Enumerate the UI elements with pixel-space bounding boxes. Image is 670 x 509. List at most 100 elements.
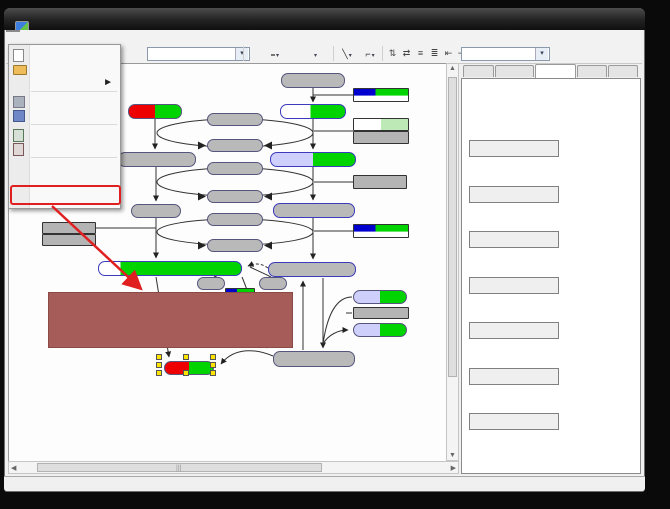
align-left-icon[interactable]: ⇤: [442, 46, 455, 60]
save-as-icon: [13, 110, 25, 122]
chevron-down-icon[interactable]: ▾: [314, 53, 317, 59]
elbow-connector-icon: ⌐: [365, 49, 370, 59]
scroll-right-icon[interactable]: ▶: [451, 464, 456, 472]
xref-db-wikipedia: [469, 413, 559, 430]
line-icon: ╲: [342, 49, 347, 59]
file-menu-item-save[interactable]: [9, 95, 119, 109]
canvas-horizontal-scrollbar[interactable]: ◀ ||| ▶: [8, 461, 459, 474]
tab-backpage[interactable]: [535, 64, 576, 78]
scroll-left-icon[interactable]: ◀: [11, 464, 16, 472]
node-adp[interactable]: [207, 113, 263, 126]
node-pcyt2[interactable]: [353, 175, 407, 189]
node-pcyt1a[interactable]: [42, 234, 96, 246]
stack-vertical-icon[interactable]: ≡: [414, 46, 427, 60]
selection-handle[interactable]: [183, 370, 189, 376]
menu-separator: [31, 91, 117, 92]
file-menu-item-batch-export[interactable]: [9, 189, 119, 203]
export-icon: [13, 143, 24, 156]
node-ppi[interactable]: [207, 190, 263, 203]
new-file-icon: [13, 49, 24, 62]
node-l-serine[interactable]: [353, 290, 407, 304]
selection-handle[interactable]: [156, 362, 162, 368]
align-center-vertical-icon[interactable]: ⇅: [386, 46, 399, 60]
node-phosphatidylethanolamine[interactable]: [268, 262, 356, 277]
chevron-down-icon[interactable]: ▾: [235, 48, 248, 60]
align-center-horizontal-icon[interactable]: ⇄: [400, 46, 413, 60]
node-ptdss2[interactable]: [353, 307, 409, 319]
menu-file[interactable]: [6, 30, 20, 32]
node-ethanolamine-top[interactable]: [280, 104, 346, 119]
node-pcyt1b[interactable]: [42, 222, 96, 234]
import-icon: [13, 129, 24, 142]
title-bar: [4, 8, 645, 30]
save-icon: [13, 96, 25, 108]
toolbar-separator: [333, 46, 334, 61]
xref-db-hmdb: [469, 231, 559, 248]
new-label-button[interactable]: ▾: [296, 46, 334, 62]
node-etnk1[interactable]: [353, 118, 409, 131]
tab-search[interactable]: [577, 65, 607, 77]
file-menu-item-open-recent[interactable]: ►: [9, 76, 119, 90]
node-phosphatidylserine[interactable]: [273, 351, 355, 367]
menu-separator: [31, 157, 117, 158]
stack-horizontal-icon[interactable]: ≣: [428, 46, 441, 60]
toolbar-separator: [382, 46, 383, 61]
zoom-select[interactable]: ▾: [147, 47, 250, 61]
node-phosphocholine[interactable]: [118, 152, 196, 167]
callout: [48, 292, 293, 348]
file-menu-item-exit[interactable]: [9, 175, 119, 189]
canvas-vertical-scrollbar[interactable]: ▲ ▼: [446, 63, 459, 461]
file-menu-item-open[interactable]: [9, 62, 119, 76]
vertical-scroll-thumb[interactable]: [448, 77, 457, 377]
node-ctp[interactable]: [207, 162, 263, 175]
node-etnk2[interactable]: [353, 131, 409, 144]
file-menu-item-print[interactable]: [9, 161, 119, 175]
selection-handle[interactable]: [210, 362, 216, 368]
node-choline-top[interactable]: [128, 104, 182, 119]
xref-db-nugo-wiki: [469, 368, 559, 385]
new-connector-button[interactable]: ⌐▾: [358, 46, 382, 62]
node-cdp-ethanolamine[interactable]: [273, 203, 355, 218]
node-cmp[interactable]: [207, 239, 263, 252]
node-sam[interactable]: [259, 277, 287, 290]
chevron-down-icon[interactable]: ▾: [535, 48, 548, 60]
menu-separator: [31, 124, 117, 125]
tab-objects[interactable]: [463, 65, 494, 77]
node-cept1[interactable]: [353, 224, 409, 238]
status-bar: [4, 476, 645, 491]
node-o-phosphoethanolamine[interactable]: [270, 152, 356, 167]
selection-handle[interactable]: [210, 354, 216, 360]
node-atp[interactable]: [207, 139, 263, 152]
chevron-down-icon[interactable]: ▾: [349, 53, 352, 59]
selection-handle[interactable]: [156, 370, 162, 376]
new-line-button[interactable]: ╲▾: [336, 46, 358, 62]
panel-tabs: [460, 64, 644, 78]
node-choline-selected[interactable]: [164, 361, 214, 375]
selection-handle[interactable]: [210, 370, 216, 376]
file-menu-item-save-as[interactable]: [9, 109, 119, 123]
node-cdp-choline[interactable]: [131, 204, 181, 218]
file-menu-item-import[interactable]: [9, 128, 119, 142]
tab-legend[interactable]: [608, 65, 638, 77]
scroll-up-icon[interactable]: ▲: [447, 65, 458, 72]
scroll-down-icon[interactable]: ▼: [447, 452, 458, 459]
new-datanode-button[interactable]: ▾: [256, 46, 294, 62]
chevron-down-icon[interactable]: ▾: [372, 53, 375, 59]
node-dag-mag[interactable]: [207, 213, 263, 226]
chevron-down-icon[interactable]: ▾: [276, 53, 279, 59]
node-phosphatidylcholines[interactable]: [98, 261, 242, 276]
node-ethanolamine-bottom[interactable]: [353, 323, 407, 337]
file-menu-item-new[interactable]: [9, 48, 119, 62]
tab-properties[interactable]: [495, 65, 534, 77]
selection-handle[interactable]: [183, 354, 189, 360]
backpage-content: [462, 79, 642, 475]
file-menu-item-export[interactable]: [9, 142, 119, 156]
selection-handle[interactable]: [156, 354, 162, 360]
node-sphingolipids[interactable]: [281, 73, 345, 88]
toolbar-separator: [243, 46, 244, 61]
visualization-select[interactable]: ▾: [461, 47, 550, 61]
node-sgpl1[interactable]: [353, 88, 409, 102]
node-sah[interactable]: [197, 277, 225, 290]
xref-db-cas: [469, 140, 559, 157]
horizontal-scroll-thumb[interactable]: |||: [37, 463, 322, 472]
